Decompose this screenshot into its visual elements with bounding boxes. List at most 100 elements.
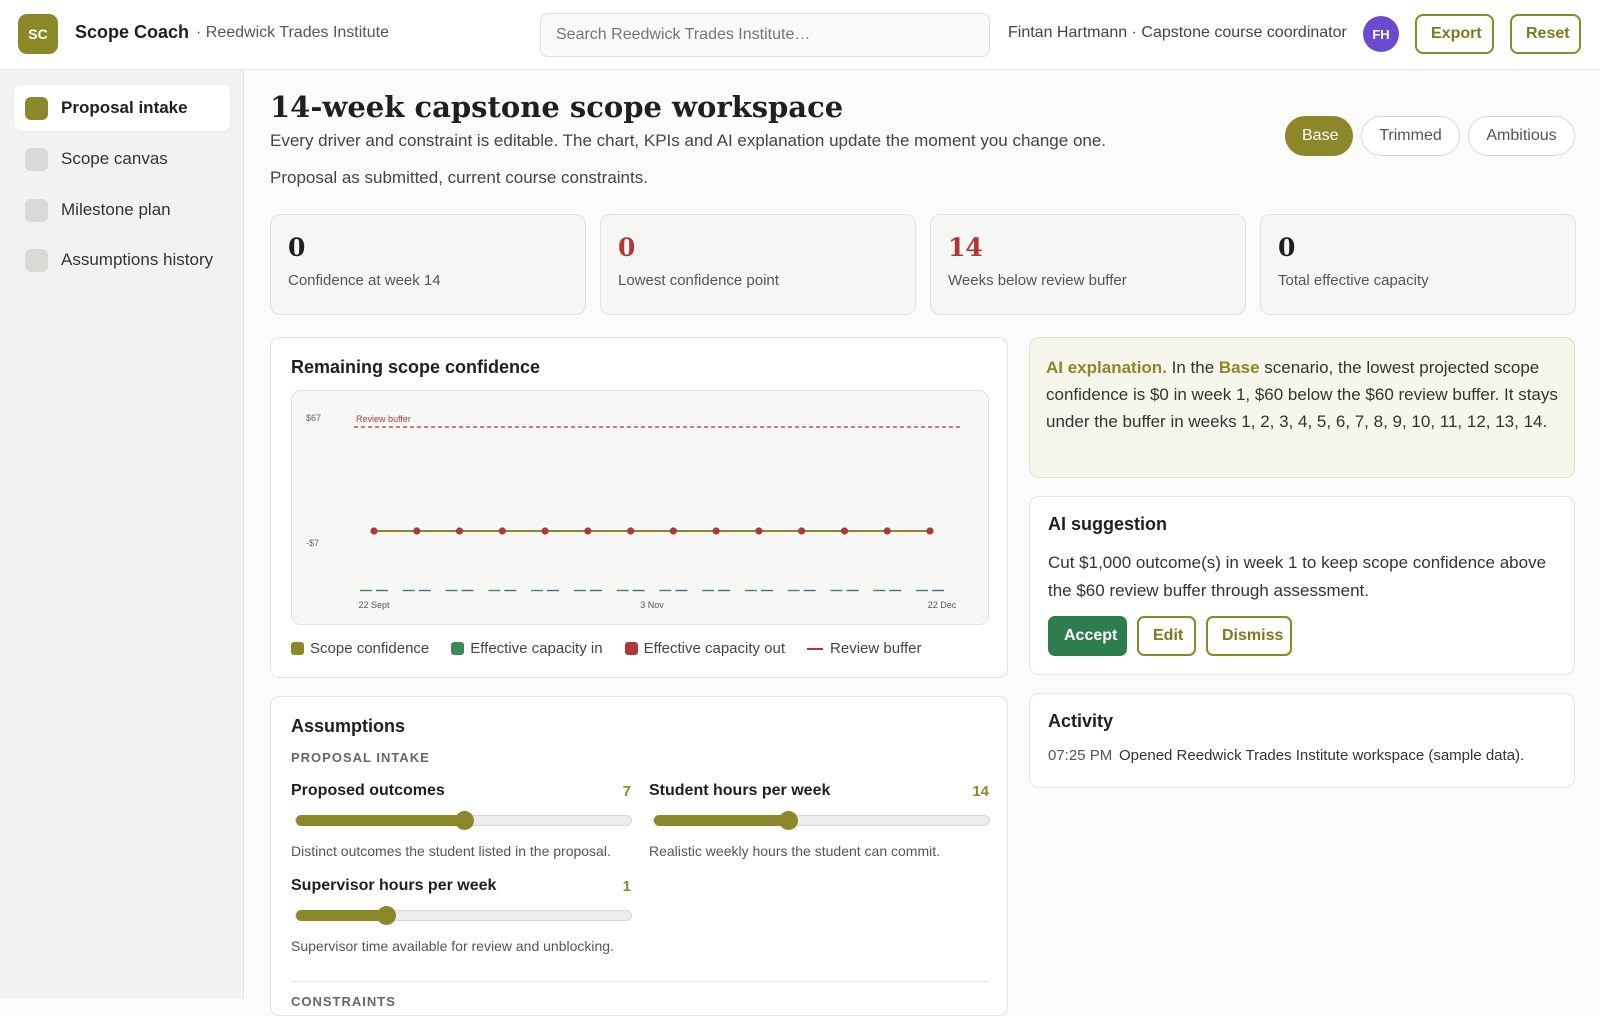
ai-suggestion-text: Cut $1,000 outcome(s) in week 1 to keep … (1048, 553, 1547, 600)
capacity-out-bar (675, 589, 688, 592)
legend-item-scope-confidence: Scope confidence (291, 640, 429, 657)
y-tick-label: -$7 (306, 538, 319, 548)
y-tick-label: $67 (306, 413, 321, 423)
slider-fill (296, 910, 387, 921)
capacity-in-bar (402, 589, 415, 592)
kpi-label: Total effective capacity (1278, 272, 1429, 289)
capacity-out-bar (418, 589, 431, 592)
scenario-base-button[interactable]: Base (1285, 116, 1353, 156)
capacity-out-bar (932, 589, 944, 592)
legend-label: Scope confidence (310, 640, 430, 657)
scope-confidence-point (413, 527, 421, 535)
chart-card: Remaining scope confidence $67 -$7 Review … (270, 337, 1008, 678)
app-logo[interactable]: SC (18, 14, 58, 54)
slider-value-supervisor-hours: 1 (622, 878, 631, 895)
organization-name: · Reedwick Trades Institute (196, 24, 389, 41)
slider-label-student-hours: Student hours per week (649, 782, 831, 799)
section-divider (291, 981, 989, 982)
scope-confidence-point (712, 527, 720, 535)
capacity-in-bar (787, 589, 800, 592)
kpi-label: Weeks below review buffer (948, 272, 1127, 289)
sidebar-item-scope-canvas[interactable]: Scope canvas (14, 136, 230, 182)
dismiss-button[interactable]: Dismiss (1206, 616, 1292, 656)
capacity-out-bar (846, 589, 859, 592)
capacity-out-bar (632, 589, 645, 592)
slider-label-supervisor-hours: Supervisor hours per week (291, 877, 497, 894)
kpi-lowest-confidence: 0 Lowest confidence point (600, 214, 916, 315)
proposed-outcomes-slider[interactable] (295, 811, 632, 830)
capacity-in-bar (702, 589, 715, 592)
export-button[interactable]: Export (1415, 14, 1494, 54)
user-label: Fintan Hartmann · Capstone course coordi… (1008, 24, 1347, 41)
slider-help-proposed-outcomes: Distinct outcomes the student listed in … (291, 843, 611, 859)
sidebar-item-label: Proposal intake (61, 98, 188, 117)
capacity-in-bar (445, 589, 458, 592)
slider-value-proposed-outcomes: 7 (622, 783, 631, 800)
nav-square-icon (25, 147, 48, 171)
scope-confidence-point (455, 527, 464, 535)
ai-explanation-lead: AI explanation. (1046, 358, 1167, 377)
ai-suggestion-card: AI suggestion Cut $1,000 outcome(s) in w… (1029, 496, 1575, 675)
capacity-in-bar (573, 589, 586, 592)
edit-button[interactable]: Edit (1137, 616, 1196, 656)
review-buffer-label: Review buffer (356, 414, 411, 424)
capacity-in-bar (616, 589, 629, 592)
slider-thumb[interactable] (779, 811, 798, 830)
legend-item-capacity-in: Effective capacity in (451, 640, 603, 657)
activity-card: Activity 07:25 PM Opened Reedwick Trades… (1029, 693, 1575, 788)
supervisor-hours-slider[interactable] (295, 906, 632, 925)
capacity-in-bar (659, 589, 672, 592)
slider-value-student-hours: 14 (972, 783, 989, 800)
search-input[interactable] (540, 13, 990, 57)
scenario-trimmed-button[interactable]: Trimmed (1361, 116, 1460, 156)
slider-thumb[interactable] (377, 906, 397, 925)
capacity-out-bar (760, 589, 773, 592)
legend-label: Effective capacity out (643, 640, 786, 657)
capacity-in-bar (744, 589, 757, 592)
kpi-label: Lowest confidence point (618, 272, 779, 289)
avatar[interactable]: FH (1363, 16, 1399, 52)
nav-square-icon (25, 198, 48, 222)
sidebar-item-proposal-intake[interactable]: Proposal intake (14, 85, 230, 131)
capacity-in-bar (873, 589, 886, 592)
page-title: 14-week capstone scope workspace (270, 90, 844, 124)
kpi-label: Confidence at week 14 (288, 272, 441, 289)
student-hours-slider[interactable] (653, 811, 990, 830)
ai-explanation-scenario: Base (1218, 358, 1260, 377)
legend-label: Review buffer (830, 640, 922, 657)
scope-confidence-point (798, 527, 806, 535)
nav-square-icon (25, 96, 48, 120)
scope-confidence-point (840, 527, 849, 535)
slider-help-supervisor-hours: Supervisor time available for review and… (291, 938, 614, 954)
sidebar-item-milestone-plan[interactable]: Milestone plan (14, 187, 230, 233)
scope-confidence-point (370, 527, 378, 535)
sidebar-item-assumptions-history[interactable]: Assumptions history (14, 237, 230, 283)
capacity-out-bar (803, 589, 816, 592)
page-subtitle: Every driver and constraint is editable.… (270, 131, 1107, 150)
reset-button[interactable]: Reset (1510, 14, 1581, 54)
slider-thumb[interactable] (454, 811, 474, 830)
slider-help-student-hours: Realistic weekly hours the student can c… (649, 843, 941, 859)
kpi-value: 0 (1278, 233, 1296, 262)
scenario-description: Proposal as submitted, current course co… (270, 168, 648, 187)
chart-area: $67 -$7 Review buffer 22 Sept 3 Nov 22 Dec (291, 390, 989, 625)
capacity-in-bar (488, 589, 501, 592)
x-tick-label: 22 Sept (358, 600, 390, 610)
nav-square-icon (25, 248, 48, 272)
legend-swatch (807, 647, 824, 650)
kpi-value: 0 (288, 233, 306, 262)
capacity-out-bar (461, 589, 474, 592)
section-label-constraints: CONSTRAINTS (291, 994, 396, 1009)
kpi-value: 14 (948, 233, 983, 262)
capacity-in-bar (531, 589, 544, 592)
scope-confidence-point (755, 527, 763, 535)
x-tick-label: 3 Nov (640, 600, 664, 610)
scope-confidence-point (498, 527, 506, 535)
scenario-ambitious-button[interactable]: Ambitious (1468, 116, 1575, 156)
assumptions-title: Assumptions (291, 716, 406, 736)
capacity-out-bar (589, 589, 602, 592)
slider-fill (654, 815, 788, 826)
accept-button[interactable]: Accept (1048, 616, 1127, 656)
chart-title: Remaining scope confidence (291, 357, 541, 377)
capacity-out-bar (547, 589, 560, 592)
